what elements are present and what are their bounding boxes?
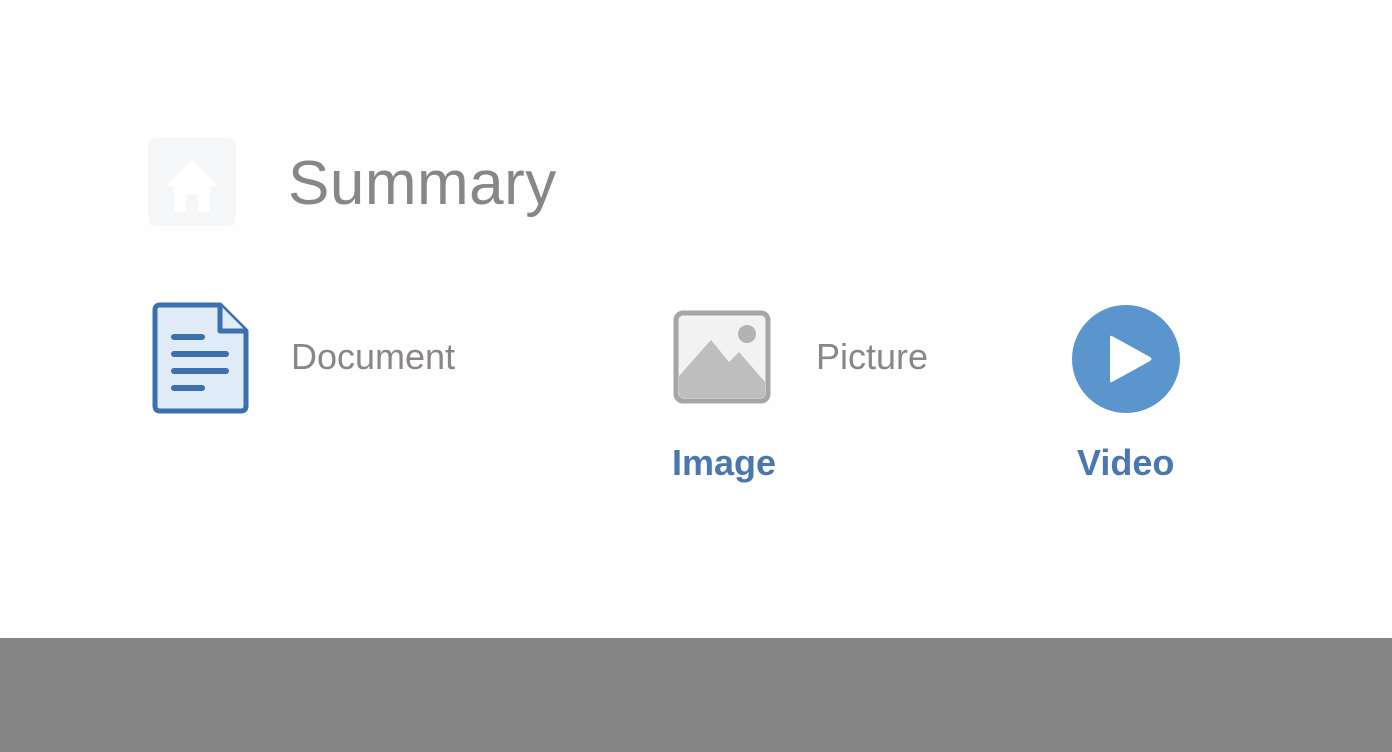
picture-label[interactable]: Picture — [816, 335, 928, 379]
page-title: Summary — [288, 149, 557, 218]
home-icon — [148, 138, 236, 226]
video-caption[interactable]: Video — [1077, 441, 1174, 485]
image-caption[interactable]: Image — [672, 441, 776, 485]
summary-panel: Summary Document Picture Image Video — [0, 0, 1392, 638]
document-label[interactable]: Document — [291, 335, 455, 379]
document-icon[interactable] — [152, 302, 249, 414]
footer-bar — [0, 638, 1392, 752]
play-icon[interactable] — [1070, 303, 1182, 415]
image-icon[interactable] — [673, 310, 771, 404]
